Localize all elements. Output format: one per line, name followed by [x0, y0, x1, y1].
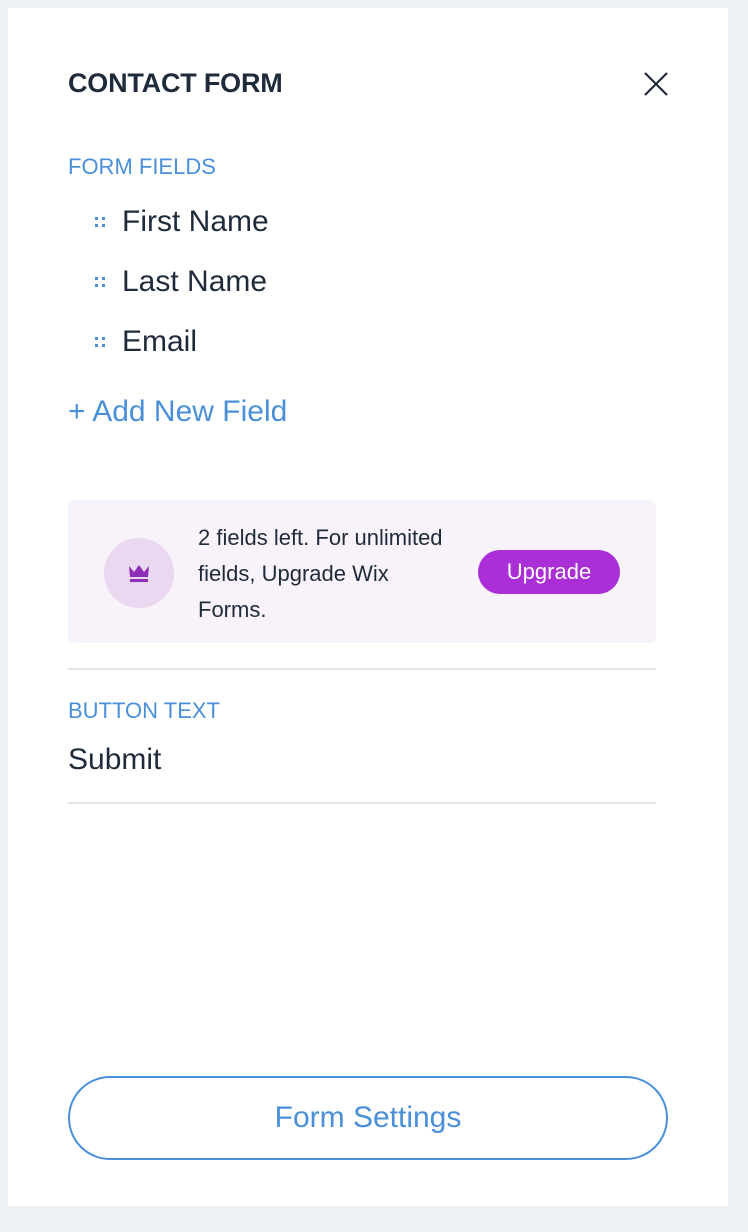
panel-title: CONTACT FORM [68, 68, 283, 98]
crown-badge [104, 538, 174, 608]
close-icon [644, 72, 668, 96]
divider [68, 668, 656, 670]
upgrade-button[interactable]: Upgrade [478, 550, 620, 594]
drag-handle-icon[interactable] [92, 334, 112, 350]
button-text-input[interactable]: Submit [68, 742, 161, 778]
crown-icon [129, 565, 149, 582]
drag-handle-icon[interactable] [92, 214, 112, 230]
drag-handle-icon[interactable] [92, 274, 112, 290]
field-label: First Name [122, 205, 269, 238]
field-label: Email [122, 325, 198, 358]
form-fields-label: FORM FIELDS [68, 154, 216, 179]
field-item-first-name[interactable]: First Name [92, 202, 269, 242]
upgrade-message: 2 fields left. For unlimited fields, Upg… [198, 525, 443, 622]
divider [68, 802, 656, 804]
field-item-email[interactable]: Email [92, 322, 197, 362]
close-button[interactable] [640, 68, 672, 100]
field-label: Last Name [122, 265, 268, 298]
field-item-last-name[interactable]: Last Name [92, 262, 267, 302]
add-new-field-link[interactable]: + Add New Field [68, 394, 287, 430]
form-settings-button[interactable]: Form Settings [68, 1076, 668, 1160]
upgrade-banner: 2 fields left. For unlimited fields, Upg… [68, 500, 656, 643]
contact-form-panel: CONTACT FORM FORM FIELDS First Name Last… [8, 8, 728, 1206]
button-text-label: BUTTON TEXT [68, 698, 220, 723]
